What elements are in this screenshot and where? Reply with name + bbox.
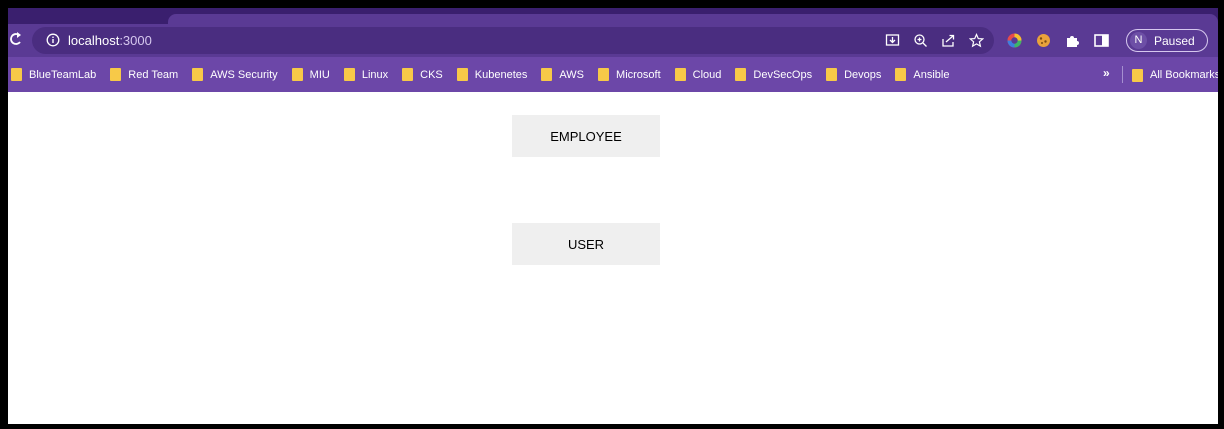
share-icon[interactable] <box>941 33 956 48</box>
bookmark-label: AWS <box>559 68 585 81</box>
bookmark-label: MIU <box>309 68 330 81</box>
folder-icon <box>11 68 22 81</box>
bookmark-ansible[interactable]: Ansible <box>895 63 949 87</box>
bookmark-label: Microsoft <box>616 68 661 81</box>
bookmark-aws-security[interactable]: AWS Security <box>192 63 278 87</box>
profile-status: Paused <box>1154 33 1195 48</box>
cookie-icon[interactable] <box>1035 32 1052 54</box>
page-content: EMPLOYEE USER <box>8 92 1218 424</box>
bookmark-miu[interactable]: MIU <box>291 63 330 87</box>
bookmark-label: Linux <box>361 68 389 81</box>
bookmark-label: CKS <box>420 68 443 81</box>
folder-icon <box>343 68 355 81</box>
bookmark-label: AWS Security <box>210 68 278 81</box>
browser-window: localhost:3000 N Paused BlueTeamLab Red … <box>8 8 1218 424</box>
color-circle-icon[interactable] <box>1006 32 1023 54</box>
all-bookmarks-label: All Bookmarks <box>1150 69 1218 81</box>
bookmark-kubenetes[interactable]: Kubenetes <box>456 63 528 87</box>
profile-button[interactable]: N Paused <box>1126 29 1208 52</box>
bookmarks-divider <box>1122 66 1123 83</box>
bookmark-cks[interactable]: CKS <box>402 63 443 87</box>
folder-icon <box>674 68 686 81</box>
zoom-icon[interactable] <box>913 33 928 48</box>
bookmark-devops[interactable]: Devops <box>826 63 881 87</box>
bookmark-label: Red Team <box>128 68 179 81</box>
bookmark-label: Devops <box>844 68 882 81</box>
info-icon[interactable] <box>46 33 60 47</box>
folder-icon <box>598 68 610 81</box>
extension-icons <box>1006 32 1110 54</box>
folder-icon <box>826 68 838 81</box>
folder-icon <box>1132 68 1143 82</box>
user-button[interactable]: USER <box>512 223 660 265</box>
bookmark-label: Ansible <box>913 68 950 81</box>
active-tab[interactable] <box>168 14 1218 24</box>
bookmark-aws[interactable]: AWS <box>541 63 584 87</box>
tab-strip <box>8 8 1218 24</box>
bookmarks-bar: BlueTeamLab Red Team AWS Security MIU Li… <box>8 57 1218 92</box>
url-port: :3000 <box>119 33 152 48</box>
all-bookmarks-button[interactable]: All Bookmarks <box>1132 63 1218 87</box>
folder-icon <box>456 68 468 81</box>
address-bar-actions <box>885 32 984 49</box>
folder-icon <box>735 68 747 81</box>
install-icon[interactable] <box>885 33 900 48</box>
bookmark-blueteamlab[interactable]: BlueTeamLab <box>11 63 96 87</box>
bookmark-microsoft[interactable]: Microsoft <box>598 63 661 87</box>
browser-toolbar: localhost:3000 N Paused <box>8 24 1218 57</box>
bookmark-cloud[interactable]: Cloud <box>674 63 722 87</box>
folder-icon <box>291 68 303 81</box>
folder-icon <box>402 68 414 81</box>
side-panel-icon[interactable] <box>1093 32 1110 54</box>
folder-icon <box>895 68 907 81</box>
avatar: N <box>1130 32 1147 49</box>
bookmark-label: DevSecOps <box>753 68 813 81</box>
employee-button[interactable]: EMPLOYEE <box>512 115 660 157</box>
bookmark-label: BlueTeamLab <box>29 68 97 81</box>
bookmarks-list: BlueTeamLab Red Team AWS Security MIU Li… <box>8 57 963 92</box>
url-host: localhost <box>68 33 120 48</box>
bookmark-label: Cloud <box>692 68 722 81</box>
url-text[interactable]: localhost:3000 <box>68 33 152 48</box>
bookmark-linux[interactable]: Linux <box>343 63 389 87</box>
bookmark-red-team[interactable]: Red Team <box>110 63 178 87</box>
folder-icon <box>541 68 553 81</box>
star-icon[interactable] <box>969 33 984 48</box>
puzzle-icon[interactable] <box>1064 32 1081 54</box>
bookmarks-overflow-button[interactable]: » <box>1103 66 1110 80</box>
reload-icon[interactable] <box>10 31 24 49</box>
bookmark-label: Kubenetes <box>474 68 528 81</box>
address-bar[interactable]: localhost:3000 <box>32 27 994 54</box>
folder-icon <box>192 68 204 81</box>
bookmark-devsecops[interactable]: DevSecOps <box>735 63 812 87</box>
folder-icon <box>110 68 122 81</box>
